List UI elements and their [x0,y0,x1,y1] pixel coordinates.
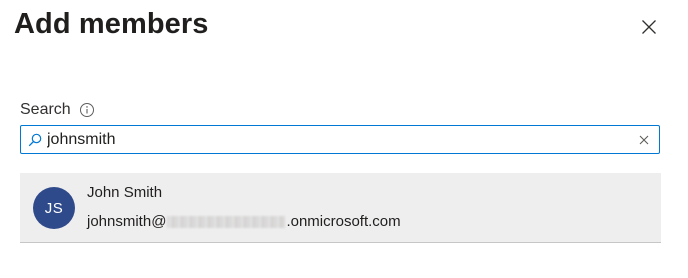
result-email: johnsmith@ .onmicrosoft.com [87,213,401,230]
search-box [20,125,660,154]
add-members-panel: Add members Search johnsmith JS John Smi… [0,0,688,278]
avatar: JS [33,187,75,229]
panel-title: Add members [14,8,209,40]
search-result-item[interactable]: JS John Smith johnsmith@ .onmicrosoft.co… [20,173,661,243]
clear-icon[interactable] [637,133,651,147]
result-email-prefix: johnsmith@ [87,213,167,230]
close-button[interactable] [636,14,662,40]
search-icon [28,133,42,147]
result-name: John Smith [87,184,163,201]
close-icon [642,20,656,34]
info-icon[interactable] [79,102,95,118]
search-input[interactable] [47,128,637,151]
result-email-suffix: .onmicrosoft.com [286,213,401,230]
search-label-row: Search [20,101,95,119]
redacted-domain [167,215,286,228]
search-label: Search [20,101,71,118]
